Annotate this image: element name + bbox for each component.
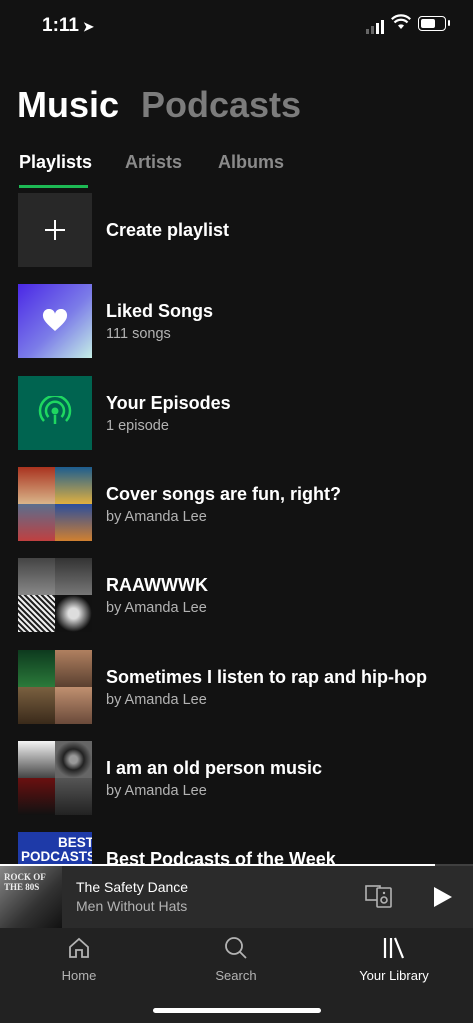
battery-tip: [448, 20, 450, 26]
create-playlist-thumb: [18, 193, 92, 267]
playlist-cover-mosaic: [18, 558, 92, 632]
status-bar: 1:11 ➤: [0, 0, 473, 50]
list-item-subtitle: by Amanda Lee: [106, 509, 207, 525]
playlist-cover-mosaic: [18, 741, 92, 815]
cellular-signal-icon: [366, 16, 386, 34]
battery-icon: [418, 16, 446, 31]
status-time: 1:11 ➤: [42, 15, 94, 37]
list-item-subtitle: 111 songs: [106, 326, 171, 342]
location-arrow-icon: ➤: [82, 19, 94, 34]
cover-text-podcasts: PODCASTS: [21, 849, 92, 864]
nav-label: Your Library: [359, 968, 429, 983]
heart-icon: [42, 309, 68, 331]
nav-search[interactable]: Search: [186, 928, 286, 998]
list-item-title: I am an old person music: [106, 758, 323, 778]
wifi-icon: [391, 14, 411, 29]
album-art-text: ROCK OF THE 80S: [4, 872, 46, 892]
tab-artists[interactable]: Artists: [125, 152, 182, 173]
nav-your-library[interactable]: Your Library: [344, 928, 444, 998]
tab-playlists[interactable]: Playlists: [19, 152, 92, 173]
list-item-subtitle: by Amanda Lee: [106, 600, 207, 616]
play-icon[interactable]: [433, 886, 453, 908]
list-item-title: Sometimes I listen to rap and hip-hop: [106, 667, 428, 687]
time-text: 1:11: [42, 15, 79, 36]
list-item-liked-songs[interactable]: Liked Songs 111 songs: [0, 284, 473, 358]
your-episodes-thumb: [18, 376, 92, 450]
home-indicator: [153, 1008, 321, 1013]
plus-icon: [45, 220, 65, 240]
list-item-title: Liked Songs: [106, 301, 214, 321]
liked-songs-thumb: [18, 284, 92, 358]
list-item-raawwwk[interactable]: RAAWWWK by Amanda Lee: [0, 558, 473, 632]
podcast-signal-icon: [38, 396, 72, 424]
list-item-title: Create playlist: [106, 220, 230, 240]
now-playing-artist: Men Without Hats: [76, 898, 188, 914]
list-item-create-playlist[interactable]: Create playlist: [0, 193, 473, 267]
search-icon: [225, 937, 247, 959]
playlist-cover-mosaic: [18, 650, 92, 724]
playlist-cover-mosaic: [18, 467, 92, 541]
list-item-subtitle: 1 episode: [106, 418, 169, 434]
nav-home[interactable]: Home: [29, 928, 129, 998]
list-item-title: RAAWWWK: [106, 575, 208, 595]
category-music[interactable]: Music: [17, 84, 119, 126]
category-podcasts[interactable]: Podcasts: [141, 84, 301, 126]
list-item-old-person-music[interactable]: I am an old person music by Amanda Lee: [0, 741, 473, 815]
list-item-cover-songs[interactable]: Cover songs are fun, right? by Amanda Le…: [0, 467, 473, 541]
tab-albums[interactable]: Albums: [218, 152, 284, 173]
list-item-rap-hiphop[interactable]: Sometimes I listen to rap and hip-hop by…: [0, 650, 473, 724]
nav-label: Home: [61, 968, 97, 983]
list-item-title: Your Episodes: [106, 393, 231, 413]
home-icon: [69, 937, 89, 958]
nav-label: Search: [215, 968, 257, 983]
now-playing-bar[interactable]: ROCK OF THE 80S The Safety Dance Men Wit…: [0, 866, 473, 928]
library-icon: [383, 937, 405, 959]
now-playing-album-art: ROCK OF THE 80S: [0, 866, 62, 928]
now-playing-title: The Safety Dance: [76, 879, 189, 895]
list-item-your-episodes[interactable]: Your Episodes 1 episode: [0, 376, 473, 450]
list-item-subtitle: by Amanda Lee: [106, 692, 207, 708]
active-tab-indicator: [19, 185, 88, 188]
cover-text-best: BEST: [58, 835, 92, 850]
list-item-subtitle: by Amanda Lee: [106, 783, 207, 799]
list-item-title: Cover songs are fun, right?: [106, 484, 342, 504]
connect-devices-icon[interactable]: [365, 884, 393, 908]
